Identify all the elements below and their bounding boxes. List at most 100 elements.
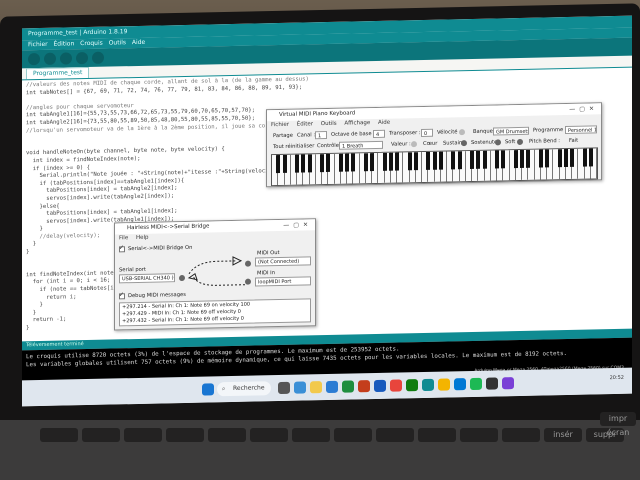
bridge-on-checkbox[interactable] (119, 246, 125, 253)
key (40, 428, 78, 442)
black-key[interactable] (457, 151, 462, 170)
store-icon[interactable] (454, 378, 466, 391)
excel-icon[interactable] (342, 380, 354, 393)
black-key[interactable] (395, 152, 399, 171)
black-key[interactable] (407, 152, 412, 171)
widgets-icon[interactable] (294, 381, 306, 394)
velocite-label: Vélocité : (437, 129, 461, 136)
black-key[interactable] (295, 154, 299, 173)
file-explorer-icon[interactable] (310, 381, 322, 394)
new-button[interactable] (60, 52, 72, 65)
spotify-icon[interactable] (470, 377, 482, 391)
programme-label: Programme : (533, 126, 567, 134)
upload-button[interactable] (44, 52, 56, 65)
black-key[interactable] (476, 150, 481, 169)
key (418, 428, 456, 442)
taskbar-search[interactable]: ⌕ Recherche (217, 381, 271, 397)
transpose-label: Transposer : (389, 130, 421, 137)
black-key[interactable] (326, 153, 331, 173)
midi-out-select[interactable]: (Not Connected) (255, 256, 311, 267)
black-key[interactable] (582, 148, 587, 167)
banque-select[interactable]: GM Drumsets (493, 126, 529, 136)
fait-label: Fait (569, 137, 579, 144)
app-icon[interactable] (390, 379, 402, 392)
black-key[interactable] (363, 153, 368, 172)
app-icon[interactable] (502, 377, 514, 390)
task-view-icon[interactable] (278, 381, 290, 395)
transpose-spinbox[interactable]: 0 (421, 128, 433, 138)
clock[interactable]: 20:52 (610, 375, 624, 381)
black-key[interactable] (413, 152, 418, 171)
laptop-screen: Programme_test | Arduino 1.8.19 Fichier … (22, 15, 632, 407)
black-key[interactable] (588, 148, 593, 167)
piano-keyboard[interactable] (271, 147, 598, 187)
soft-toggle[interactable] (517, 138, 523, 146)
black-key[interactable] (382, 152, 387, 171)
verify-button[interactable] (28, 53, 40, 66)
debug-label: Debug MIDI messages (128, 291, 186, 300)
black-key[interactable] (351, 153, 356, 172)
midi-in-select[interactable]: loopMIDI Port (255, 276, 311, 287)
velocity-knob-icon[interactable] (459, 129, 465, 136)
key (250, 428, 288, 442)
black-key[interactable] (345, 153, 349, 172)
piano-window: Virtual MIDI Piano Keyboard —▢✕ Fichier … (266, 102, 602, 188)
key (166, 428, 204, 442)
black-key[interactable] (526, 149, 531, 168)
black-key[interactable] (320, 154, 324, 173)
black-key[interactable] (501, 150, 506, 169)
black-key[interactable] (557, 149, 562, 168)
arduino-icon[interactable] (422, 378, 434, 392)
black-key[interactable] (338, 153, 343, 172)
programme-select[interactable]: Personnel 1 (565, 125, 597, 135)
black-key[interactable] (432, 151, 437, 170)
sustain-toggle[interactable] (461, 140, 467, 147)
black-key[interactable] (563, 148, 568, 168)
canal-spinbox[interactable]: 1 (315, 131, 327, 140)
save-button[interactable] (92, 51, 104, 64)
serial-port-select[interactable]: USB-SERIAL CH340 (COM3) (119, 273, 175, 284)
edge-icon[interactable] (326, 380, 338, 394)
sustain-label: Sustain (443, 140, 463, 147)
black-key[interactable] (370, 153, 374, 172)
black-key[interactable] (520, 149, 524, 168)
chrome-icon[interactable] (438, 378, 450, 391)
start-icon[interactable] (202, 383, 214, 396)
search-label: Recherche (233, 384, 265, 392)
word-icon[interactable] (374, 379, 386, 393)
value-knob-icon[interactable] (411, 141, 417, 148)
black-key[interactable] (545, 149, 549, 168)
window-controls[interactable]: —▢✕ (569, 103, 598, 115)
reset-all-label[interactable]: Tout réinitialiser (273, 143, 314, 150)
black-key[interactable] (307, 154, 312, 173)
key (292, 428, 330, 442)
black-key[interactable] (282, 154, 287, 173)
black-key[interactable] (482, 150, 487, 169)
key-insert: insér (544, 428, 582, 442)
midi-app-icon[interactable] (486, 377, 498, 390)
powerpoint-icon[interactable] (358, 380, 370, 393)
bridge-arrows-icon (187, 256, 245, 286)
controle-select[interactable]: 1 Breath (339, 140, 383, 150)
open-button[interactable] (76, 52, 88, 65)
partage-label: Partage (273, 132, 293, 140)
window-controls[interactable]: —▢✕ (283, 219, 312, 231)
debug-log[interactable]: +297.214 - Serial In: Ch 1: Note 69 on v… (119, 298, 311, 327)
black-key[interactable] (426, 151, 431, 170)
black-key[interactable] (301, 154, 306, 173)
canal-label: Canal : (297, 132, 316, 139)
black-key[interactable] (495, 150, 499, 169)
black-key[interactable] (570, 148, 574, 167)
black-key[interactable] (513, 150, 518, 169)
sostenuto-toggle[interactable] (495, 139, 501, 146)
octave-spinbox[interactable]: 4 (373, 129, 385, 139)
black-key[interactable] (470, 150, 474, 170)
black-key[interactable] (276, 154, 281, 174)
black-key[interactable] (538, 149, 543, 168)
black-key[interactable] (451, 151, 456, 170)
debug-checkbox[interactable] (119, 293, 125, 300)
xbox-icon[interactable] (406, 379, 418, 392)
valeur-label: Valeur : (391, 141, 411, 148)
black-key[interactable] (438, 151, 443, 170)
black-key[interactable] (388, 152, 393, 171)
